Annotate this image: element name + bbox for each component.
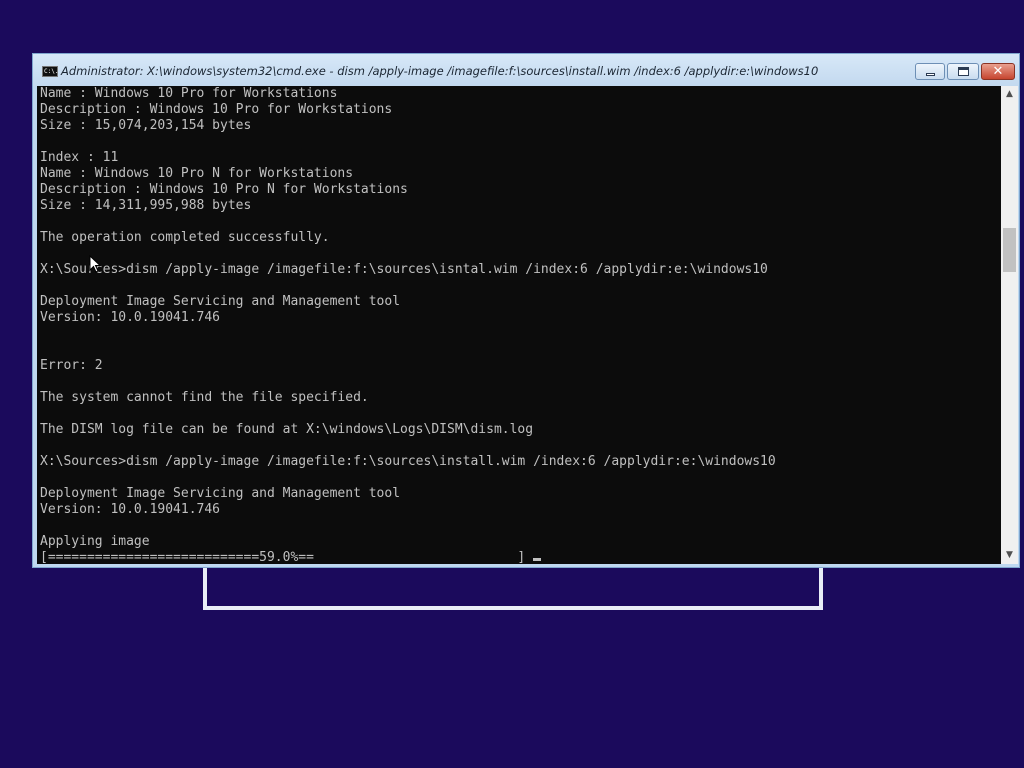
console-line: The operation completed successfully.: [40, 230, 330, 245]
window-title: Administrator: X:\windows\system32\cmd.e…: [61, 64, 819, 78]
console-line: The DISM log file can be found at X:\win…: [40, 422, 534, 437]
console-line: Applying image: [40, 534, 150, 549]
console-line: Index : 11: [40, 150, 119, 165]
console-output[interactable]: Name : Windows 10 Pro for Workstations De…: [37, 86, 1001, 564]
vertical-scrollbar[interactable]: ▲ ▼: [1001, 86, 1018, 564]
title-bar[interactable]: C:\. Administrator: X:\windows\system32\…: [33, 54, 1019, 86]
console-line: X:\Sources>dism /apply-image /imagefile:…: [40, 454, 776, 469]
maximize-button[interactable]: [947, 63, 979, 80]
minimize-button[interactable]: [915, 63, 945, 80]
console-line: Description : Windows 10 Pro N for Works…: [40, 182, 408, 197]
desktop-background: C:\. Administrator: X:\windows\system32\…: [0, 0, 1024, 768]
progress-bar-text: [===========================59.0%== ]: [40, 550, 526, 564]
text-cursor: [533, 558, 542, 561]
console-line: Name : Windows 10 Pro N for Workstations: [40, 166, 354, 181]
console-line: The system cannot find the file specifie…: [40, 390, 369, 405]
close-icon: ✕: [992, 64, 1004, 79]
console-line: Deployment Image Servicing and Managemen…: [40, 486, 401, 501]
console-line: X:\Sources>dism /apply-image /imagefile:…: [40, 262, 768, 277]
console-line: Size : 14,311,995,988 bytes: [40, 198, 252, 213]
command-prompt-window[interactable]: C:\. Administrator: X:\windows\system32\…: [32, 53, 1020, 568]
console-line: Deployment Image Servicing and Managemen…: [40, 294, 401, 309]
scroll-down-arrow-icon[interactable]: ▼: [1001, 547, 1018, 564]
minimize-icon: [926, 73, 935, 76]
console-line: Version: 10.0.19041.746: [40, 310, 221, 325]
console-line: Name : Windows 10 Pro for Workstations: [40, 86, 338, 101]
console-line: Size : 15,074,203,154 bytes: [40, 118, 252, 133]
console-line: Error: 2: [40, 358, 103, 373]
console-line: Description : Windows 10 Pro for Worksta…: [40, 102, 393, 117]
cmd-icon[interactable]: C:\.: [42, 66, 58, 77]
console-line: Version: 10.0.19041.746: [40, 502, 221, 517]
close-button[interactable]: ✕: [981, 63, 1015, 80]
scroll-thumb[interactable]: [1003, 228, 1016, 272]
console-text: Name : Windows 10 Pro for Workstations De…: [40, 86, 776, 564]
maximize-icon: [958, 67, 969, 76]
progress-bar-line: [===========================59.0%== ]: [40, 550, 776, 564]
scroll-up-arrow-icon[interactable]: ▲: [1001, 86, 1018, 103]
